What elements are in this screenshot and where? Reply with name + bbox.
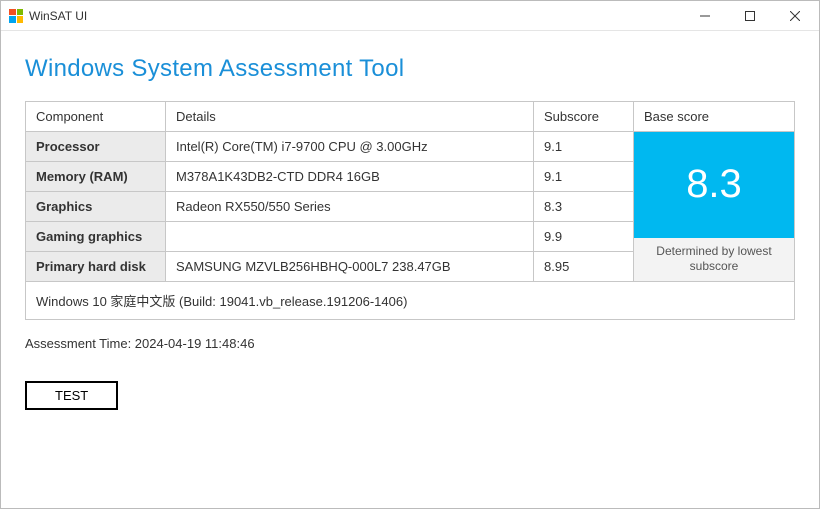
row-subscore: 8.3	[534, 192, 634, 221]
table-body: Processor Intel(R) Core(TM) i7-9700 CPU …	[26, 132, 794, 281]
row-component: Primary hard disk	[26, 252, 166, 281]
base-score-caption: Determined by lowest subscore	[634, 238, 794, 281]
row-component: Gaming graphics	[26, 222, 166, 251]
row-component: Graphics	[26, 192, 166, 221]
assessment-time: Assessment Time: 2024-04-19 11:48:46	[25, 336, 795, 351]
row-details: Intel(R) Core(TM) i7-9700 CPU @ 3.00GHz	[166, 132, 534, 161]
minimize-button[interactable]	[682, 1, 727, 30]
row-subscore: 8.95	[534, 252, 634, 281]
os-info: Windows 10 家庭中文版 (Build: 19041.vb_releas…	[25, 282, 795, 320]
window-controls	[682, 1, 817, 30]
titlebar: WinSAT UI	[1, 1, 819, 31]
row-details: SAMSUNG MZVLB256HBHQ-000L7 238.47GB	[166, 252, 534, 281]
row-component: Memory (RAM)	[26, 162, 166, 191]
score-table: Component Details Subscore Base score Pr…	[25, 101, 795, 282]
close-button[interactable]	[772, 1, 817, 30]
row-subscore: 9.1	[534, 162, 634, 191]
app-window: WinSAT UI Windows System Assessment Tool…	[0, 0, 820, 509]
header-basescore: Base score	[634, 102, 794, 131]
header-details: Details	[166, 102, 534, 131]
base-score-cell: 8.3 Determined by lowest subscore	[634, 132, 794, 281]
row-subscore: 9.1	[534, 132, 634, 161]
table-row: Gaming graphics 9.9	[26, 222, 634, 252]
test-button[interactable]: TEST	[25, 381, 118, 410]
window-title: WinSAT UI	[29, 9, 87, 23]
row-details: Radeon RX550/550 Series	[166, 192, 534, 221]
page-title: Windows System Assessment Tool	[25, 55, 795, 83]
table-row: Primary hard disk SAMSUNG MZVLB256HBHQ-0…	[26, 252, 634, 281]
maximize-button[interactable]	[727, 1, 772, 30]
base-score-value: 8.3	[634, 132, 794, 238]
row-subscore: 9.9	[534, 222, 634, 251]
row-details	[166, 222, 534, 251]
table-row: Graphics Radeon RX550/550 Series 8.3	[26, 192, 634, 222]
windows-logo-icon	[9, 9, 23, 23]
row-details: M378A1K43DB2-CTD DDR4 16GB	[166, 162, 534, 191]
header-component: Component	[26, 102, 166, 131]
table-row: Processor Intel(R) Core(TM) i7-9700 CPU …	[26, 132, 634, 162]
row-component: Processor	[26, 132, 166, 161]
content-area: Windows System Assessment Tool Component…	[1, 31, 819, 508]
table-row: Memory (RAM) M378A1K43DB2-CTD DDR4 16GB …	[26, 162, 634, 192]
header-subscore: Subscore	[534, 102, 634, 131]
table-header-row: Component Details Subscore Base score	[26, 102, 794, 132]
